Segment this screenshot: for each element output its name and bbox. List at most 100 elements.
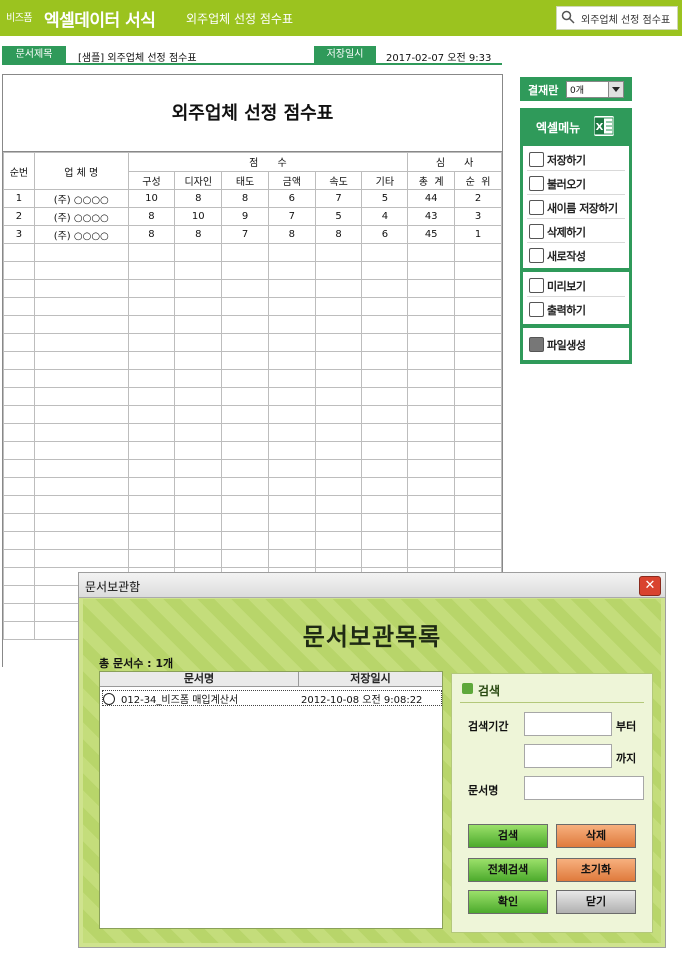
cell-empty[interactable] [221, 261, 269, 280]
cell-empty[interactable] [454, 369, 502, 388]
cell-company[interactable]: (주) ○○○○ [33, 207, 129, 226]
cell-empty[interactable] [174, 297, 223, 316]
cell-empty[interactable] [33, 351, 129, 370]
menu-item-new[interactable]: 새로작성 [527, 244, 625, 266]
cell-empty[interactable] [267, 243, 316, 262]
cell-empty[interactable] [33, 333, 129, 352]
menu-item-preview[interactable]: 미리보기 [527, 274, 625, 297]
cell-empty[interactable] [174, 351, 223, 370]
cell-empty[interactable] [3, 585, 35, 604]
cell-empty[interactable] [3, 477, 35, 496]
cell-empty[interactable] [407, 315, 456, 334]
cell-company[interactable]: (주) ○○○○ [33, 189, 129, 208]
search-name-field[interactable] [524, 776, 644, 800]
cell-empty[interactable] [361, 297, 409, 316]
cell-score[interactable]: 8 [174, 189, 223, 208]
cell-empty[interactable] [221, 387, 269, 406]
cell-empty[interactable] [3, 243, 35, 262]
cell-empty[interactable] [314, 441, 363, 460]
cell-empty[interactable] [33, 243, 129, 262]
cell-empty[interactable] [221, 477, 269, 496]
cell-empty[interactable] [454, 297, 502, 316]
cell-empty[interactable] [267, 423, 316, 442]
cell-empty[interactable] [3, 315, 35, 334]
cell-empty[interactable] [3, 297, 35, 316]
cell-total[interactable]: 44 [407, 189, 456, 208]
reset-button[interactable]: 초기화 [556, 858, 636, 882]
cell-empty[interactable] [454, 279, 502, 298]
cell-empty[interactable] [314, 459, 363, 478]
cell-empty[interactable] [454, 549, 502, 568]
cell-empty[interactable] [127, 459, 176, 478]
cell-empty[interactable] [361, 513, 409, 532]
cell-empty[interactable] [454, 495, 502, 514]
cell-empty[interactable] [174, 369, 223, 388]
cell-empty[interactable] [33, 369, 129, 388]
cell-empty[interactable] [33, 459, 129, 478]
delete-button[interactable]: 삭제 [556, 824, 636, 848]
cell-empty[interactable] [267, 495, 316, 514]
cell-empty[interactable] [361, 387, 409, 406]
list-item[interactable]: 012-34_비즈폼 매입계산서 2012-10-08 오전 9:08:22 [102, 690, 442, 706]
cell-empty[interactable] [221, 315, 269, 334]
cell-empty[interactable] [174, 513, 223, 532]
cell-score[interactable]: 8 [174, 225, 223, 244]
menu-item-delete[interactable]: 삭제하기 [527, 220, 625, 243]
cell-empty[interactable] [221, 459, 269, 478]
cell-empty[interactable] [454, 531, 502, 550]
menu-item-create-file[interactable]: 파일생성 [527, 333, 625, 355]
cell-empty[interactable] [127, 495, 176, 514]
cell-empty[interactable] [3, 459, 35, 478]
cell-empty[interactable] [361, 369, 409, 388]
cell-empty[interactable] [454, 513, 502, 532]
cell-empty[interactable] [267, 387, 316, 406]
cell-empty[interactable] [314, 279, 363, 298]
cell-empty[interactable] [454, 405, 502, 424]
cell-empty[interactable] [221, 423, 269, 442]
list-header-date[interactable]: 저장일시 [299, 672, 442, 687]
cell-empty[interactable] [3, 603, 35, 622]
cell-empty[interactable] [314, 549, 363, 568]
cell-empty[interactable] [407, 297, 456, 316]
cell-empty[interactable] [267, 513, 316, 532]
close-button[interactable]: 닫기 [556, 890, 636, 914]
cell-empty[interactable] [174, 477, 223, 496]
cell-empty[interactable] [127, 243, 176, 262]
cell-empty[interactable] [407, 477, 456, 496]
cell-empty[interactable] [267, 531, 316, 550]
cell-empty[interactable] [3, 621, 35, 640]
cell-empty[interactable] [127, 423, 176, 442]
cell-empty[interactable] [33, 261, 129, 280]
cell-empty[interactable] [407, 423, 456, 442]
cell-empty[interactable] [407, 549, 456, 568]
cell-empty[interactable] [267, 261, 316, 280]
list-header-name[interactable]: 문서명 [100, 672, 299, 687]
cell-no[interactable]: 1 [3, 189, 35, 208]
cell-score[interactable]: 5 [361, 189, 409, 208]
cell-empty[interactable] [3, 513, 35, 532]
cell-empty[interactable] [174, 243, 223, 262]
cell-rank[interactable]: 2 [454, 189, 502, 208]
cell-empty[interactable] [361, 549, 409, 568]
cell-empty[interactable] [3, 279, 35, 298]
cell-empty[interactable] [3, 567, 35, 586]
cell-empty[interactable] [174, 549, 223, 568]
cell-empty[interactable] [33, 423, 129, 442]
cell-empty[interactable] [3, 387, 35, 406]
cell-empty[interactable] [407, 333, 456, 352]
menu-item-print[interactable]: 출력하기 [527, 298, 625, 320]
cell-empty[interactable] [407, 441, 456, 460]
cell-empty[interactable] [407, 405, 456, 424]
cell-score[interactable]: 9 [221, 207, 269, 226]
cell-score[interactable]: 4 [361, 207, 409, 226]
cell-empty[interactable] [127, 405, 176, 424]
cell-empty[interactable] [314, 477, 363, 496]
cell-score[interactable]: 7 [221, 225, 269, 244]
search-button[interactable]: 검색 [468, 824, 548, 848]
search-to-field[interactable] [524, 744, 612, 768]
cell-empty[interactable] [174, 333, 223, 352]
cell-empty[interactable] [407, 261, 456, 280]
cell-empty[interactable] [407, 369, 456, 388]
cell-empty[interactable] [127, 441, 176, 460]
cell-score[interactable]: 6 [361, 225, 409, 244]
